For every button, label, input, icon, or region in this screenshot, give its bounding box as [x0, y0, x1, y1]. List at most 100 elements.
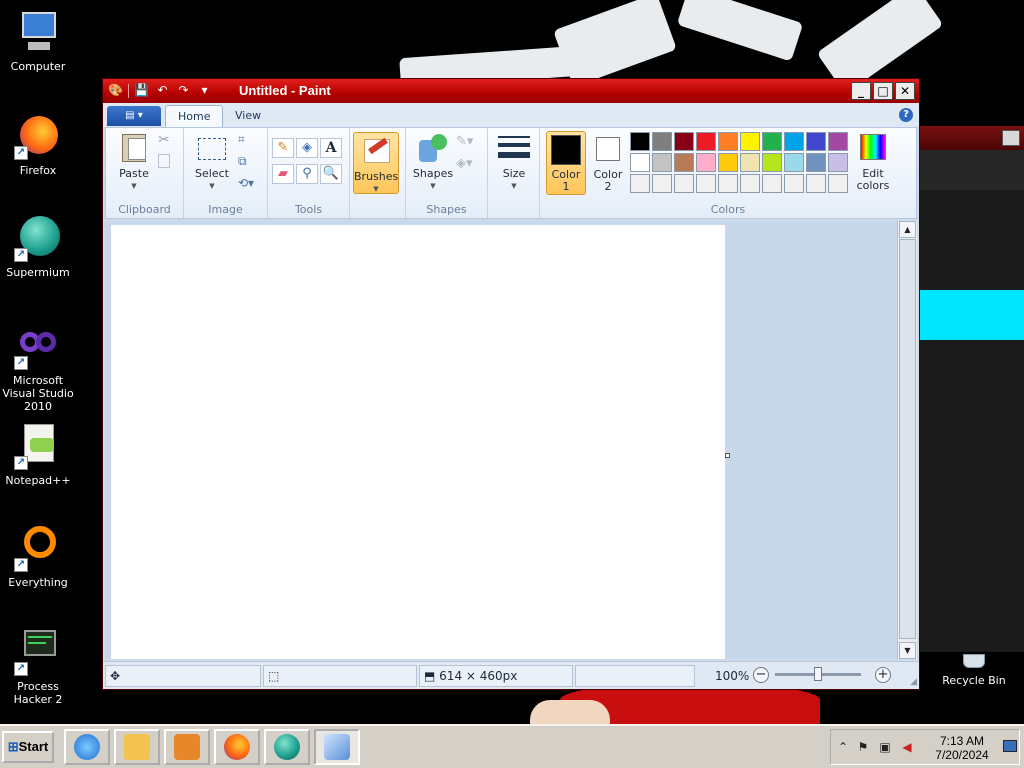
drawing-canvas[interactable] — [111, 225, 725, 659]
taskbar-paint[interactable] — [314, 729, 360, 765]
color-swatch[interactable] — [674, 174, 694, 193]
show-hidden-icons-icon[interactable]: ⌃ — [835, 740, 851, 756]
scroll-down-button[interactable]: ▼ — [899, 642, 916, 659]
desktop-icon-firefox[interactable]: ↗ Firefox — [0, 112, 78, 177]
desktop-icon-supermium[interactable]: ↗ Supermium — [0, 214, 78, 279]
color-swatch[interactable] — [740, 174, 760, 193]
resize-grip-icon[interactable]: ◢ — [910, 677, 917, 687]
color-swatch[interactable] — [784, 132, 804, 151]
color-swatch[interactable] — [696, 153, 716, 172]
color-swatch[interactable] — [762, 153, 782, 172]
color-swatch[interactable] — [806, 174, 826, 193]
color-swatch[interactable] — [652, 153, 672, 172]
tab-view[interactable]: View — [223, 105, 273, 127]
taskbar-internet-explorer[interactable] — [64, 729, 110, 765]
color-swatch[interactable] — [740, 153, 760, 172]
magnifier-icon[interactable]: 🔍 — [320, 164, 342, 184]
resize-icon[interactable]: ⧉ — [238, 154, 256, 172]
tab-home[interactable]: Home — [165, 105, 224, 127]
paint-menu-button[interactable]: ▤ ▾ — [107, 106, 161, 126]
volume-muted-icon[interactable]: ◀ — [899, 740, 915, 756]
eraser-icon[interactable]: ▰ — [272, 164, 294, 184]
desktop-icon-computer[interactable]: Computer — [0, 8, 78, 73]
fill-icon[interactable]: ◈ — [296, 138, 318, 158]
paint-window[interactable]: 🎨 💾 ↶ ↷ ▾ Untitled - Paint _ □ ✕ ▤ ▾ Hom… — [102, 78, 920, 690]
zoom-out-button[interactable]: − — [753, 667, 769, 683]
network-icon[interactable]: ▣ — [877, 740, 893, 756]
color-swatch[interactable] — [630, 174, 650, 193]
color-swatch[interactable] — [828, 132, 848, 151]
shapes-button[interactable]: Shapes ▼ — [410, 132, 456, 192]
color-swatch[interactable] — [806, 132, 826, 151]
color-swatch[interactable] — [630, 153, 650, 172]
maximize-button[interactable]: □ — [873, 82, 893, 100]
vertical-scrollbar[interactable]: ▲ ▼ — [897, 221, 917, 659]
close-button[interactable]: ✕ — [895, 82, 915, 100]
zoom-in-button[interactable]: + — [875, 667, 891, 683]
undo-icon[interactable]: ↶ — [154, 82, 171, 99]
pencil-icon[interactable]: ✎ — [272, 138, 294, 158]
color-swatch[interactable] — [674, 153, 694, 172]
background-window-minimize-button[interactable] — [1002, 130, 1020, 146]
color-swatch[interactable] — [674, 132, 694, 151]
taskbar-explorer[interactable] — [114, 729, 160, 765]
color-swatch[interactable] — [806, 153, 826, 172]
color-swatch[interactable] — [784, 174, 804, 193]
desktop-icon-process-hacker[interactable]: ↗ Process Hacker 2 — [0, 628, 78, 706]
outline-icon[interactable]: ✎▾ — [456, 134, 474, 152]
title-bar[interactable]: 🎨 💾 ↶ ↷ ▾ Untitled - Paint _ □ ✕ — [103, 79, 919, 103]
color-swatch[interactable] — [652, 174, 672, 193]
color-swatch[interactable] — [828, 174, 848, 193]
color-swatch[interactable] — [718, 153, 738, 172]
color-swatch[interactable] — [828, 153, 848, 172]
color-swatch[interactable] — [762, 174, 782, 193]
desktop-icon-everything[interactable]: ↗ Everything — [0, 524, 78, 589]
canvas-resize-handle-right[interactable] — [725, 453, 730, 458]
text-tool-icon[interactable]: A — [320, 138, 342, 158]
desktop-icon-recycle-bin[interactable]: Recycle Bin — [934, 652, 1014, 687]
desktop-icon-notepadpp[interactable]: ↗ Notepad++ — [0, 422, 78, 487]
help-icon[interactable]: ? — [899, 108, 913, 122]
taskbar-clock[interactable]: 7:13 AM 7/20/2024 — [925, 734, 999, 762]
taskbar-supermium[interactable] — [264, 729, 310, 765]
scroll-up-button[interactable]: ▲ — [899, 221, 916, 238]
customize-dropdown-icon[interactable]: ▾ — [196, 82, 213, 99]
paste-label: Paste — [119, 167, 149, 180]
desktop-icon-visual-studio[interactable]: ↗ Microsoft Visual Studio 2010 — [0, 322, 78, 413]
cut-icon[interactable]: ✂ — [158, 132, 176, 150]
action-center-flag-icon[interactable]: ⚑ — [855, 740, 871, 756]
zoom-slider-thumb[interactable] — [814, 667, 822, 681]
fill-shape-icon[interactable]: ◈▾ — [456, 156, 474, 174]
crop-icon[interactable]: ⌗ — [238, 132, 256, 150]
brush-icon — [360, 135, 392, 167]
minimize-button[interactable]: _ — [851, 82, 871, 100]
taskbar-media-player[interactable] — [164, 729, 210, 765]
color-picker-icon[interactable]: ⚲ — [296, 164, 318, 184]
color1-button[interactable]: Color 1 — [546, 131, 586, 195]
brushes-button[interactable]: Brushes ▼ — [353, 132, 399, 194]
color-swatch[interactable] — [762, 132, 782, 151]
color-swatch[interactable] — [696, 174, 716, 193]
color-swatch[interactable] — [784, 153, 804, 172]
start-button[interactable]: ⊞Start — [2, 731, 54, 763]
redo-icon[interactable]: ↷ — [175, 82, 192, 99]
size-button[interactable]: Size ▼ — [492, 132, 536, 192]
background-window[interactable] — [918, 126, 1024, 652]
color-swatch[interactable] — [652, 132, 672, 151]
rotate-icon[interactable]: ⟲▾ — [238, 176, 256, 194]
copy-icon[interactable] — [158, 154, 170, 168]
edit-colors-button[interactable]: Edit colors — [852, 132, 894, 192]
color-swatch[interactable] — [718, 132, 738, 151]
save-icon[interactable]: 💾 — [133, 82, 150, 99]
color-swatch[interactable] — [718, 174, 738, 193]
color2-button[interactable]: Color 2 — [590, 131, 626, 195]
color-swatch[interactable] — [740, 132, 760, 151]
show-desktop-icon[interactable] — [1003, 740, 1017, 752]
select-button[interactable]: Select ▼ — [190, 132, 234, 192]
paste-button[interactable]: Paste ▼ — [112, 132, 156, 192]
color-swatch[interactable] — [696, 132, 716, 151]
taskbar-firefox[interactable] — [214, 729, 260, 765]
color-swatch[interactable] — [630, 132, 650, 151]
paint-app-icon[interactable]: 🎨 — [107, 82, 124, 99]
scroll-thumb[interactable] — [899, 239, 916, 639]
